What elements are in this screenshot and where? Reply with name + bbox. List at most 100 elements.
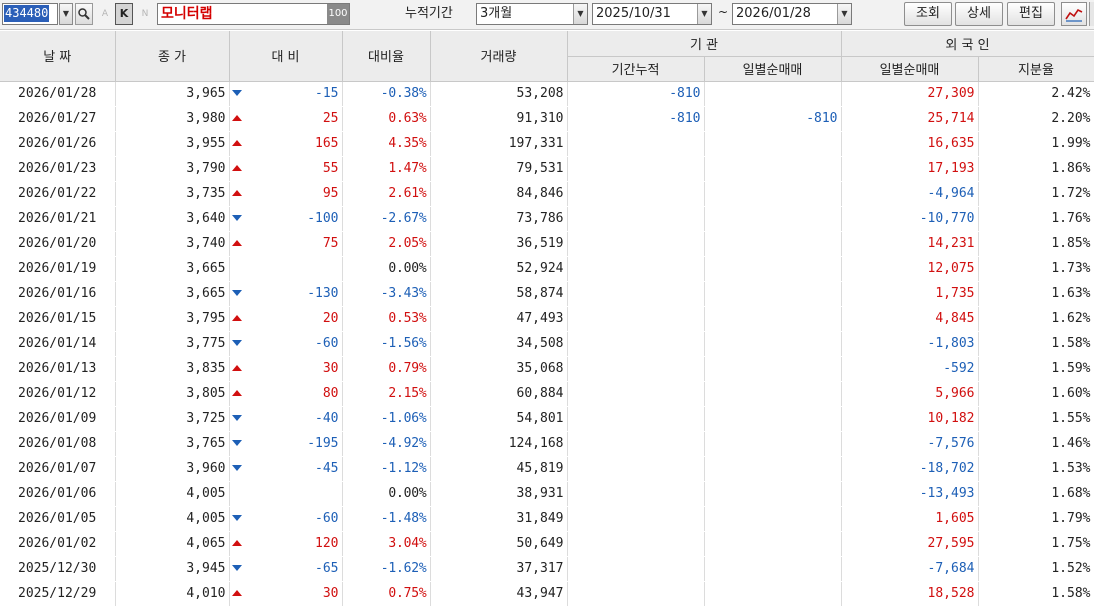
foreign-daily-cell-value: 17,193: [927, 161, 975, 176]
header-inst-daily[interactable]: 일별순매매: [704, 56, 842, 82]
search-icon[interactable]: [75, 3, 93, 25]
foreign-daily-cell: -10,770: [841, 206, 979, 232]
table-row[interactable]: 2026/01/21 3,640 -100 -2.67% 73,786 -10,770 1.…: [0, 206, 1094, 232]
inst-cumulative-cell: -810: [567, 106, 705, 132]
change-rate-cell-value: 0.00%: [388, 261, 427, 276]
table-row[interactable]: 2026/01/23 3,790 55 1.47% 79,531 17,193 1.86%: [0, 156, 1094, 182]
foreign-daily-cell-value: 10,182: [927, 411, 975, 426]
change-rate-cell: -2.67%: [342, 206, 431, 232]
table-row[interactable]: 2026/01/07 3,960 -45 -1.12% 45,819 -18,702 1.5…: [0, 456, 1094, 482]
inst-daily-cell: [704, 256, 842, 282]
date-cell-value: 2026/01/14: [18, 336, 97, 351]
foreign-daily-cell: 10,182: [841, 406, 979, 432]
change-cell: 75: [229, 231, 343, 257]
table-row[interactable]: 2026/01/05 4,005 -60 -1.48% 31,849 1,605 1.79%: [0, 506, 1094, 532]
date-from-picker[interactable]: 2025/10/31 ▼: [592, 3, 712, 25]
chevron-down-icon[interactable]: ▼: [697, 4, 711, 24]
change-cell: -195: [229, 431, 343, 457]
chevron-down-icon[interactable]: ▼: [837, 4, 851, 24]
close-cell: 3,960: [115, 456, 230, 482]
table-row[interactable]: 2026/01/26 3,955 165 4.35% 197,331 16,635 1.99…: [0, 131, 1094, 157]
table-row[interactable]: 2026/01/28 3,965 -15 -0.38% 53,208 -810 27,309…: [0, 81, 1094, 107]
foreign-ratio-cell-value: 1.72%: [1051, 186, 1091, 201]
header-change[interactable]: 대 비: [229, 31, 343, 82]
table-row[interactable]: 2025/12/30 3,945 -65 -1.62% 37,317 -7,684 1.52…: [0, 556, 1094, 582]
header-foreign-daily[interactable]: 일별순매매: [841, 56, 979, 82]
header-inst-cumulative[interactable]: 기간누적: [567, 56, 705, 82]
foreign-daily-cell: 5,966: [841, 381, 979, 407]
table-row[interactable]: 2026/01/22 3,735 95 2.61% 84,846 -4,964 1.72%: [0, 181, 1094, 207]
ghost-n-button[interactable]: N: [136, 3, 154, 25]
inst-daily-cell: [704, 356, 842, 382]
table-row[interactable]: 2026/01/08 3,765 -195 -4.92% 124,168 -7,576 1.…: [0, 431, 1094, 457]
date-cell-value: 2026/01/19: [18, 261, 97, 276]
table-row[interactable]: 2026/01/06 4,005 0.00% 38,931 -13,493 1.68%: [0, 481, 1094, 507]
inst-daily-cell: [704, 206, 842, 232]
date-cell-value: 2026/01/09: [18, 411, 97, 426]
volume-cell-value: 43,947: [516, 586, 564, 601]
change-cell: -40: [229, 406, 343, 432]
change-rate-cell-value: 0.75%: [388, 586, 427, 601]
volume-cell-value: 36,519: [516, 236, 564, 251]
foreign-ratio-cell: 1.73%: [978, 256, 1094, 282]
table-row[interactable]: 2026/01/20 3,740 75 2.05% 36,519 14,231 1.85%: [0, 231, 1094, 257]
date-cell-value: 2026/01/07: [18, 461, 97, 476]
ghost-a-button[interactable]: A: [96, 3, 114, 25]
volume-cell: 47,493: [430, 306, 568, 332]
inst-cumulative-cell: [567, 556, 705, 582]
volume-cell: 31,849: [430, 506, 568, 532]
search-button[interactable]: 조회: [904, 2, 952, 26]
change-cell-value: -45: [315, 461, 339, 476]
date-to-picker[interactable]: 2026/01/28 ▼: [732, 3, 852, 25]
table-row[interactable]: 2026/01/27 3,980 25 0.63% 91,310 -810 -810 25,7…: [0, 106, 1094, 132]
stock-code-input[interactable]: 434480: [2, 3, 58, 25]
chevron-down-icon[interactable]: ▼: [573, 4, 587, 24]
table-row[interactable]: 2025/12/29 4,010 30 0.75% 43,947 18,528 1.58%: [0, 581, 1094, 607]
volume-cell: 60,884: [430, 381, 568, 407]
close-cell-value: 3,640: [186, 211, 226, 226]
table-row[interactable]: 2026/01/09 3,725 -40 -1.06% 54,801 10,182 1.55…: [0, 406, 1094, 432]
chart-button[interactable]: [1061, 2, 1087, 26]
date-cell: 2026/01/05: [0, 506, 116, 532]
close-cell-value: 4,010: [186, 586, 226, 601]
foreign-ratio-cell: 1.62%: [978, 306, 1094, 332]
change-cell-value: 165: [315, 136, 339, 151]
up-arrow-icon: [231, 164, 242, 171]
table-row[interactable]: 2026/01/14 3,775 -60 -1.56% 34,508 -1,803 1.58…: [0, 331, 1094, 357]
table-row[interactable]: 2026/01/02 4,065 120 3.04% 50,649 27,595 1.75%: [0, 531, 1094, 557]
down-arrow-icon: [231, 414, 242, 421]
header-volume[interactable]: 거래량: [430, 31, 568, 82]
table-row[interactable]: 2026/01/15 3,795 20 0.53% 47,493 4,845 1.62%: [0, 306, 1094, 332]
table-row[interactable]: 2026/01/16 3,665 -130 -3.43% 58,874 1,735 1.63…: [0, 281, 1094, 307]
table-row[interactable]: 2026/01/19 3,665 0.00% 52,924 12,075 1.73%: [0, 256, 1094, 282]
change-rate-cell-value: 2.61%: [388, 186, 427, 201]
date-cell-value: 2026/01/05: [18, 511, 97, 526]
period-select[interactable]: 3개월 ▼: [476, 3, 588, 25]
header-change-rate[interactable]: 대비율: [342, 31, 431, 82]
foreign-daily-cell-value: -18,702: [919, 461, 975, 476]
header-date[interactable]: 날 짜: [0, 31, 116, 82]
close-cell-value: 3,665: [186, 261, 226, 276]
volume-cell: 43,947: [430, 581, 568, 607]
change-rate-cell: -1.48%: [342, 506, 431, 532]
code-dropdown-button[interactable]: ▼: [59, 3, 73, 25]
close-cell: 3,945: [115, 556, 230, 582]
volume-cell: 54,801: [430, 406, 568, 432]
header-foreign-ratio[interactable]: 지분율: [978, 56, 1094, 82]
edit-button[interactable]: 편집: [1007, 2, 1055, 26]
volume-cell-value: 31,849: [516, 511, 564, 526]
down-arrow-icon: [231, 439, 242, 446]
table-row[interactable]: 2026/01/13 3,835 30 0.79% 35,068 -592 1.59%: [0, 356, 1094, 382]
header-close[interactable]: 종 가: [115, 31, 230, 82]
k-toggle-button[interactable]: K: [115, 3, 133, 25]
detail-button[interactable]: 상세: [955, 2, 1003, 26]
foreign-ratio-cell-value: 1.53%: [1051, 461, 1091, 476]
date-cell: 2026/01/13: [0, 356, 116, 382]
foreign-daily-cell-value: 16,635: [927, 136, 975, 151]
zoom-level[interactable]: 100: [327, 4, 349, 24]
change-rate-cell-value: 0.63%: [388, 111, 427, 126]
stock-name-field[interactable]: 모니터랩 100: [157, 3, 350, 25]
table-row[interactable]: 2026/01/12 3,805 80 2.15% 60,884 5,966 1.60%: [0, 381, 1094, 407]
volume-cell: 36,519: [430, 231, 568, 257]
date-cell: 2026/01/06: [0, 481, 116, 507]
